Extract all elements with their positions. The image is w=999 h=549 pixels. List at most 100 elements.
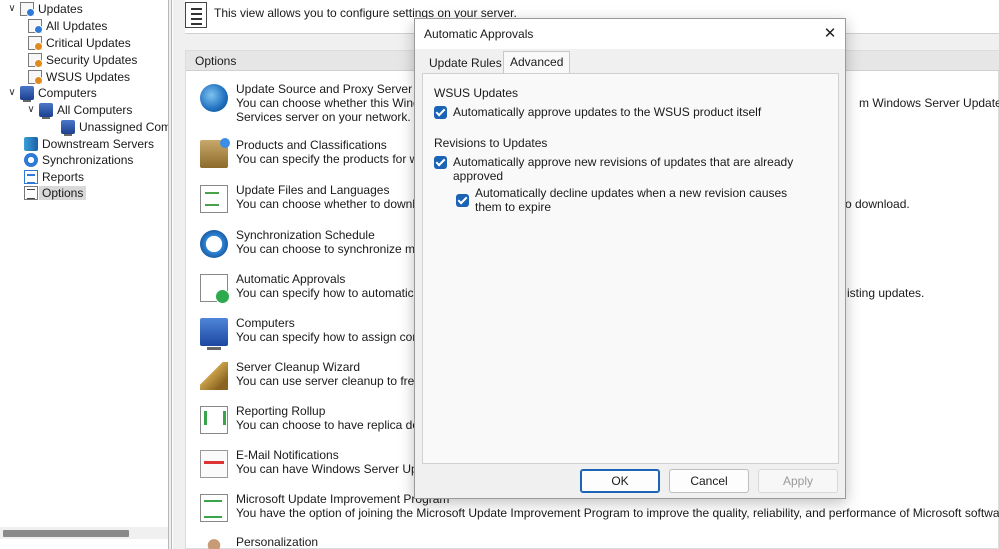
tree-item-label: Reports	[42, 169, 85, 184]
option-title[interactable]: Computers	[236, 316, 295, 330]
option-description: You can specify how to automatically	[236, 286, 432, 300]
option-title[interactable]: Products and Classifications	[236, 138, 387, 152]
approve-wsus-updates-option[interactable]: Automatically approve updates to the WSU…	[434, 105, 761, 119]
decline-expired-option[interactable]: Automatically decline updates when a new…	[456, 186, 816, 214]
option-description: You have the option of joining the Micro…	[236, 506, 999, 520]
chevron-down-icon[interactable]: ∨	[6, 87, 18, 98]
option-description: You can choose whether to downloa	[236, 197, 429, 211]
advanced-tab-panel: WSUS Updates Automatically approve updat…	[422, 73, 839, 464]
option-title[interactable]: E-Mail Notifications	[236, 448, 339, 462]
option-title[interactable]: Update Files and Languages	[236, 183, 389, 197]
approve-revisions-option[interactable]: Automatically approve new revisions of u…	[434, 155, 838, 183]
option-title[interactable]: Server Cleanup Wizard	[236, 360, 360, 374]
wsus-updates-heading: WSUS Updates	[434, 86, 519, 100]
option-title[interactable]: Automatic Approvals	[236, 272, 345, 286]
tree-item-label: Unassigned Comp	[79, 119, 168, 134]
improvement-icon	[200, 494, 228, 522]
options-title: Options	[195, 54, 237, 68]
option-description: You can choose to have replica dowr	[236, 418, 432, 432]
document-icon	[28, 35, 43, 51]
option-description-line2: Services server on your network.	[236, 110, 411, 124]
products-icon	[200, 138, 230, 168]
option-description-tail: m Windows Server Update	[859, 96, 999, 110]
option-title[interactable]: Synchronization Schedule	[236, 228, 375, 242]
chevron-down-icon[interactable]: ∨	[6, 3, 18, 14]
list-icon	[185, 2, 207, 28]
tree-item-reports[interactable]: Reports	[24, 168, 84, 185]
option-description: You can specify how to assign comp	[236, 330, 430, 344]
checkbox-label[interactable]: Automatically approve updates to the WSU…	[453, 105, 761, 119]
option-description-tail: isting updates.	[847, 286, 925, 300]
tree-item-wsus-updates[interactable]: WSUS Updates	[28, 68, 130, 85]
document-icon	[28, 18, 43, 34]
checkbox-label[interactable]: Automatically decline updates when a new…	[475, 186, 810, 214]
navigation-tree: ∨ Updates All Updates Critical Updates S…	[0, 0, 168, 549]
schedule-icon	[200, 230, 228, 258]
tree-item-label: Computers	[38, 85, 97, 100]
option-personalization[interactable]: Personalization	[186, 535, 999, 549]
option-description: You can choose whether this Windo	[236, 96, 427, 110]
tab-update-rules[interactable]: Update Rules	[422, 52, 509, 73]
cancel-button[interactable]: Cancel	[669, 469, 749, 493]
computers-icon	[200, 318, 228, 350]
tree-item-options[interactable]: Options	[24, 184, 87, 201]
tree-item-critical-updates[interactable]: Critical Updates	[28, 34, 131, 51]
tree-item-label: Options	[39, 185, 87, 200]
reports-icon	[24, 169, 38, 184]
computers-icon	[39, 102, 53, 119]
tree-item-computers[interactable]: ∨ Computers	[6, 84, 97, 102]
email-icon	[200, 450, 228, 478]
close-icon[interactable]: ✕	[819, 23, 841, 45]
tree-item-unassigned-computers[interactable]: Unassigned Comp	[61, 118, 168, 136]
checkbox-checked[interactable]	[456, 194, 469, 207]
chevron-down-icon[interactable]: ∨	[25, 104, 37, 115]
tree-item-label: Synchronizations	[42, 152, 134, 167]
revisions-heading: Revisions to Updates	[434, 136, 548, 150]
tree-item-label: Security Updates	[46, 52, 138, 67]
tree-item-downstream-servers[interactable]: Downstream Servers	[24, 135, 154, 152]
horizontal-scrollbar[interactable]	[0, 527, 168, 539]
apply-button[interactable]: Apply	[758, 469, 838, 493]
checkbox-checked[interactable]	[434, 156, 447, 169]
tree-item-all-computers[interactable]: ∨ All Computers	[25, 101, 133, 119]
server-icon	[24, 136, 38, 151]
option-title[interactable]: Update Source and Proxy Server	[236, 82, 412, 96]
tree-item-label: All Computers	[57, 102, 133, 117]
dialog-title: Automatic Approvals	[424, 27, 534, 41]
scrollbar-thumb[interactable]	[3, 530, 129, 537]
approvals-icon	[200, 274, 230, 304]
tree-item-updates[interactable]: ∨ Updates	[6, 0, 83, 17]
option-description: You can choose to synchronize manu	[236, 242, 436, 256]
option-description: You can have Windows Server Updat	[236, 462, 435, 476]
ok-button[interactable]: OK	[580, 469, 660, 493]
options-icon	[24, 185, 38, 200]
automatic-approvals-dialog: Automatic Approvals ✕ Update Rules Advan…	[414, 18, 846, 499]
tree-item-security-updates[interactable]: Security Updates	[28, 51, 137, 68]
personalization-icon	[200, 537, 228, 549]
tree-item-label: Updates	[38, 1, 83, 16]
tree-item-label: Downstream Servers	[42, 136, 155, 151]
option-description-tail: o download.	[845, 197, 910, 211]
dialog-titlebar[interactable]: Automatic Approvals ✕	[415, 19, 845, 49]
tree-item-label: All Updates	[46, 18, 108, 33]
tree-item-synchronizations[interactable]: Synchronizations	[24, 151, 133, 168]
option-description: You can use server cleanup to free u	[236, 374, 432, 388]
tree-item-all-updates[interactable]: All Updates	[28, 17, 107, 34]
checkbox-checked[interactable]	[434, 106, 447, 119]
files-icon	[200, 185, 228, 213]
document-icon	[28, 52, 43, 68]
computers-icon	[61, 119, 75, 136]
tab-advanced[interactable]: Advanced	[503, 51, 571, 74]
sync-icon	[24, 152, 38, 167]
option-title[interactable]: Reporting Rollup	[236, 404, 325, 418]
tree-item-label: Critical Updates	[46, 35, 131, 50]
tree-item-label: WSUS Updates	[46, 69, 131, 84]
updates-icon	[20, 1, 35, 17]
cleanup-icon	[200, 362, 228, 390]
option-title[interactable]: Personalization	[236, 535, 318, 549]
pane-splitter[interactable]	[168, 0, 172, 549]
computers-icon	[20, 85, 34, 102]
checkbox-label[interactable]: Automatically approve new revisions of u…	[453, 155, 838, 183]
document-icon	[28, 69, 43, 85]
option-description: You can specify the products for whi	[236, 152, 428, 166]
